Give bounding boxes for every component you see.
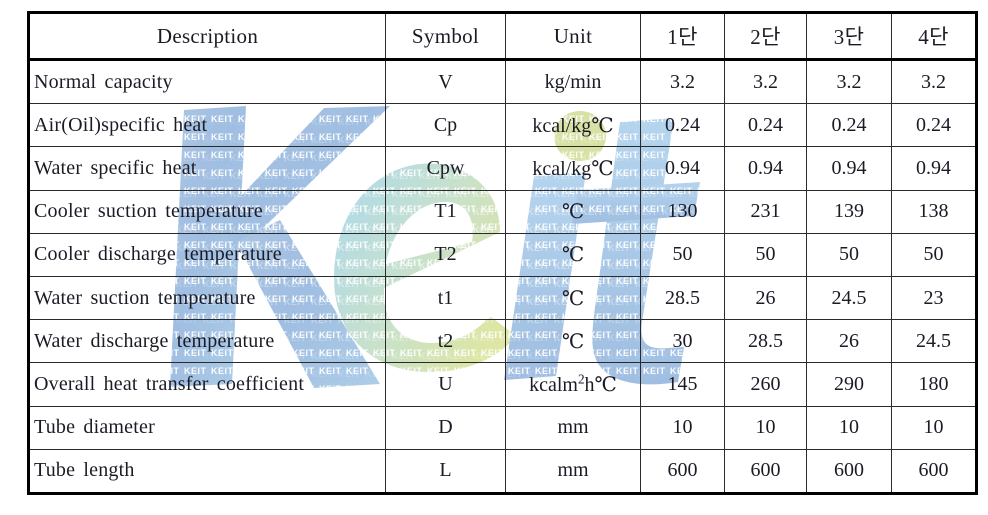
table-row: Water specific heat Cpw kcal/kg℃ 0.94 0.94 0.… — [28, 146, 977, 191]
cell-stage4-value: 138 — [891, 189, 977, 234]
table-header: Description Symbol Unit 1단 2단 3단 4단 — [28, 12, 977, 61]
cell-stage4-value: 0.24 — [891, 103, 977, 148]
table-row: Water discharge temperature t2 ℃ 30 28.5 26 24… — [28, 319, 977, 364]
cell-description: Overall heat transfer coefficient — [28, 362, 386, 407]
table-row: Normal capacity Vkg/min 3.2 3.2 3.2 3.2 — [28, 58, 977, 105]
cell-stage1-value: 130 — [640, 189, 725, 234]
column-header-stage3: 3단 — [806, 12, 892, 61]
cell-description: Water discharge temperature — [28, 319, 386, 364]
table-row: Water suction temperature t1 ℃ 28.5 26 24.5 23 — [28, 275, 977, 321]
cell-stage1-value: 0.24 — [640, 103, 725, 148]
cell-stage1-value: 600 — [640, 448, 725, 495]
cell-stage4-value: 23 — [891, 275, 977, 321]
column-header-unit: Unit — [505, 12, 641, 61]
table-body: Normal capacity Vkg/min 3.2 3.2 3.2 3.2 Air(Oi… — [28, 58, 977, 495]
cell-unit: kcalm2h℃ — [505, 362, 641, 407]
cell-stage3-value: 600 — [806, 448, 892, 495]
specification-table-container: Description Symbol Unit 1단 2단 3단 4단 Norm… — [27, 11, 978, 495]
cell-description: Air(Oil)specific heat — [28, 103, 386, 148]
cell-description: Cooler suction temperature — [28, 189, 386, 234]
column-header-stage1: 1단 — [640, 12, 725, 61]
cell-stage4-value: 10 — [891, 405, 977, 450]
table-row: Cooler suction temperature T1 ℃ 130 231 139 13… — [28, 189, 977, 234]
cell-stage3-value: 290 — [806, 362, 892, 407]
cell-description: Cooler discharge temperature — [28, 232, 386, 277]
cell-description: Tube length — [28, 448, 386, 495]
header-row: Description Symbol Unit 1단 2단 3단 4단 — [28, 12, 977, 61]
cell-stage2-value: 260 — [724, 362, 807, 407]
cell-unit: mm — [505, 405, 641, 450]
cell-stage3-value: 10 — [806, 405, 892, 450]
cell-unit: kcal/kg℃ — [505, 146, 641, 191]
cell-unit: kg/min — [505, 58, 641, 105]
cell-symbol: Cpw — [385, 146, 506, 191]
cell-unit: ℃ — [505, 319, 641, 364]
cell-symbol: Cp — [385, 103, 506, 148]
column-header-stage4: 4단 — [891, 12, 977, 61]
cell-stage4-value: 24.5 — [891, 319, 977, 364]
cell-unit: ℃ — [505, 275, 641, 321]
cell-stage3-value: 139 — [806, 189, 892, 234]
cell-symbol: V — [385, 58, 506, 105]
cell-stage4-value: 50 — [891, 232, 977, 277]
cell-unit: ℃ — [505, 232, 641, 277]
cell-stage2-value: 28.5 — [724, 319, 807, 364]
cell-unit: mm — [505, 448, 641, 495]
cell-stage3-value: 3.2 — [806, 58, 892, 105]
cell-unit: ℃ — [505, 189, 641, 234]
cell-symbol: T2 — [385, 232, 506, 277]
cell-stage2-value: 0.94 — [724, 146, 807, 191]
cell-stage2-value: 26 — [724, 275, 807, 321]
cell-symbol: L — [385, 448, 506, 495]
column-header-stage2: 2단 — [724, 12, 807, 61]
cell-stage4-value: 0.94 — [891, 146, 977, 191]
cell-symbol: t2 — [385, 319, 506, 364]
cell-stage3-value: 50 — [806, 232, 892, 277]
cell-stage1-value: 50 — [640, 232, 725, 277]
cell-description: Water specific heat — [28, 146, 386, 191]
column-header-description: Description — [28, 12, 386, 61]
table-row: Overall heat transfer coefficient Ukcalm2… — [28, 362, 977, 407]
table-row: Air(Oil)specific heat Cp kcal/kg℃ 0.24 0.24 0… — [28, 103, 977, 148]
column-header-symbol: Symbol — [385, 12, 506, 61]
cell-stage1-value: 3.2 — [640, 58, 725, 105]
cell-symbol: D — [385, 405, 506, 450]
cell-stage1-value: 28.5 — [640, 275, 725, 321]
cell-stage3-value: 0.24 — [806, 103, 892, 148]
cell-stage2-value: 600 — [724, 448, 807, 495]
cell-stage1-value: 0.94 — [640, 146, 725, 191]
cell-symbol: T1 — [385, 189, 506, 234]
cell-symbol: t1 — [385, 275, 506, 321]
document-page: KEIT KEIT — [0, 0, 988, 515]
cell-stage2-value: 0.24 — [724, 103, 807, 148]
cooler-specification-table: Description Symbol Unit 1단 2단 3단 4단 Norm… — [27, 11, 978, 495]
table-row: Cooler discharge temperature T2 ℃ 50 50 50 50 — [28, 232, 977, 277]
cell-stage3-value: 26 — [806, 319, 892, 364]
cell-description: Tube diameter — [28, 405, 386, 450]
cell-stage2-value: 10 — [724, 405, 807, 450]
table-row: Tube diameter Dmm 10 10 10 10 — [28, 405, 977, 450]
cell-stage4-value: 180 — [891, 362, 977, 407]
cell-stage1-value: 145 — [640, 362, 725, 407]
cell-stage2-value: 50 — [724, 232, 807, 277]
cell-stage3-value: 24.5 — [806, 275, 892, 321]
cell-unit: kcal/kg℃ — [505, 103, 641, 148]
cell-stage2-value: 231 — [724, 189, 807, 234]
cell-stage4-value: 3.2 — [891, 58, 977, 105]
cell-stage1-value: 30 — [640, 319, 725, 364]
cell-symbol: U — [385, 362, 506, 407]
table-row: Tube length Lmm 600 600 600 600 — [28, 448, 977, 495]
cell-stage4-value: 600 — [891, 448, 977, 495]
cell-stage2-value: 3.2 — [724, 58, 807, 105]
cell-description: Normal capacity — [28, 58, 386, 105]
cell-stage3-value: 0.94 — [806, 146, 892, 191]
cell-description: Water suction temperature — [28, 275, 386, 321]
cell-stage1-value: 10 — [640, 405, 725, 450]
